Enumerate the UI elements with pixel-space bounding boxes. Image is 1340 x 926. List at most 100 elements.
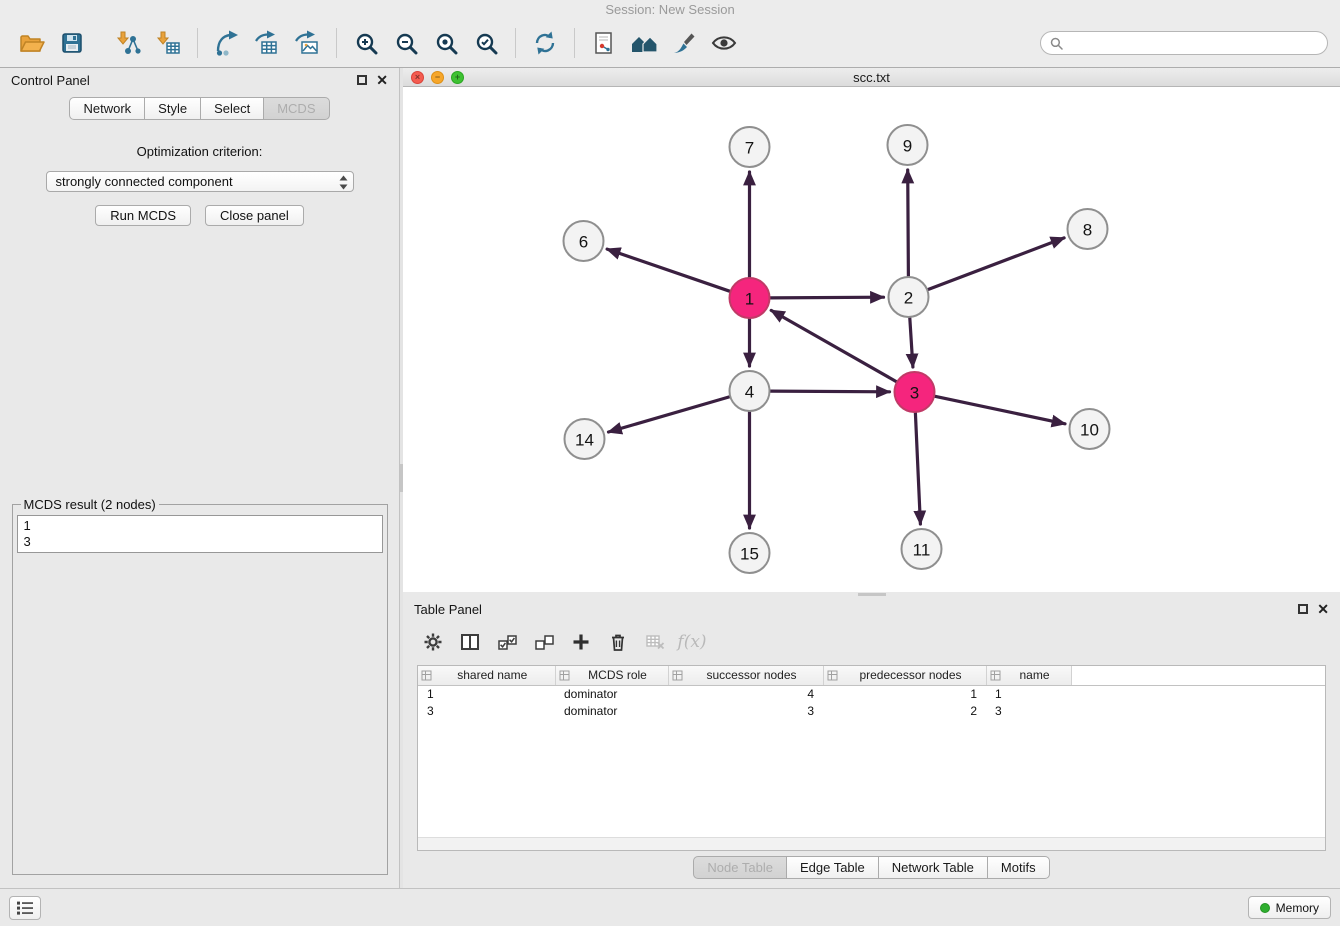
table-cell[interactable]: 1: [418, 685, 555, 702]
mcds-panel-content: Optimization criterion: strongly connect…: [0, 120, 399, 888]
refresh-button[interactable]: [528, 25, 562, 61]
run-mcds-button[interactable]: Run MCDS: [95, 205, 191, 226]
first-neighbors-button[interactable]: [587, 25, 621, 61]
table-splitter[interactable]: [403, 592, 1340, 597]
table-panel-header: Table Panel ✕: [403, 597, 1340, 621]
show-graphics-button[interactable]: [707, 25, 741, 61]
graph-node-11[interactable]: 11: [902, 529, 942, 569]
window-minimize-button[interactable]: −: [431, 71, 444, 84]
import-network-button[interactable]: [111, 25, 145, 61]
graph-node-9[interactable]: 9: [888, 125, 928, 165]
close-panel-button[interactable]: Close panel: [205, 205, 304, 226]
graph-edge-4-3[interactable]: [771, 391, 890, 392]
criterion-dropdown[interactable]: strongly connected component: [46, 171, 354, 192]
export-table-button[interactable]: [250, 25, 284, 61]
table-mode-button[interactable]: [419, 628, 447, 656]
svg-text:7: 7: [745, 139, 754, 158]
mcds-result-title: MCDS result (2 nodes): [21, 497, 159, 512]
close-table-panel-icon[interactable]: ✕: [1317, 604, 1329, 614]
table-cell[interactable]: 1: [823, 685, 986, 702]
graph-edge-3-1[interactable]: [771, 310, 896, 381]
tab-motifs[interactable]: Motifs: [987, 856, 1050, 879]
toolbar-separator: [197, 28, 198, 58]
graph-edge-1-6[interactable]: [607, 249, 730, 291]
graph-node-8[interactable]: 8: [1068, 209, 1108, 249]
table-cell[interactable]: 4: [668, 685, 823, 702]
zoom-fit-button[interactable]: [429, 25, 463, 61]
graph-edge-2-9[interactable]: [908, 170, 909, 276]
graph-edge-3-11[interactable]: [915, 413, 920, 524]
column-header-shared-name[interactable]: shared name: [418, 666, 555, 685]
new-column-button[interactable]: [567, 628, 595, 656]
graph-node-2[interactable]: 2: [889, 277, 929, 317]
column-header-predecessor-nodes[interactable]: predecessor nodes: [823, 666, 986, 685]
table-cell[interactable]: 3: [986, 702, 1071, 719]
graph-node-14[interactable]: 14: [565, 419, 605, 459]
float-table-panel-icon[interactable]: [1298, 604, 1308, 614]
network-canvas[interactable]: 7 9 6 8 1 2 4 3 14 10 15 11: [403, 87, 1340, 592]
graph-node-4[interactable]: 4: [730, 371, 770, 411]
table-cell[interactable]: 2: [823, 702, 986, 719]
graph-edge-1-2[interactable]: [771, 297, 884, 298]
tab-mcds[interactable]: MCDS: [263, 97, 329, 120]
float-panel-icon[interactable]: [357, 75, 367, 85]
deselect-all-button[interactable]: [530, 628, 558, 656]
column-header-successor-nodes[interactable]: successor nodes: [668, 666, 823, 685]
window-close-button[interactable]: ×: [411, 71, 424, 84]
mcds-result-item[interactable]: 3: [24, 534, 376, 550]
graph-node-1[interactable]: 1: [730, 278, 770, 318]
graph-node-7[interactable]: 7: [730, 127, 770, 167]
svg-text:10: 10: [1080, 421, 1099, 440]
table-cell[interactable]: 3: [418, 702, 555, 719]
table-row[interactable]: 1dominator411: [418, 685, 1325, 702]
import-table-button[interactable]: [151, 25, 185, 61]
table-row[interactable]: 3dominator323: [418, 702, 1325, 719]
panel-selector-button[interactable]: [9, 896, 41, 920]
export-image-button[interactable]: [290, 25, 324, 61]
column-header-name[interactable]: name: [986, 666, 1071, 685]
table-cell[interactable]: 1: [986, 685, 1071, 702]
tab-network[interactable]: Network: [69, 97, 145, 120]
select-all-button[interactable]: [493, 628, 521, 656]
open-session-button[interactable]: [15, 25, 49, 61]
memory-button[interactable]: Memory: [1248, 896, 1331, 919]
graph-edge-2-3[interactable]: [910, 318, 913, 367]
graph-node-6[interactable]: 6: [564, 221, 604, 261]
graph-edge-4-14[interactable]: [609, 397, 730, 432]
graph-edge-2-8[interactable]: [928, 238, 1064, 290]
show-columns-button[interactable]: [456, 628, 484, 656]
tab-network-table[interactable]: Network Table: [878, 856, 988, 879]
tab-style[interactable]: Style: [144, 97, 201, 120]
window-zoom-button[interactable]: +: [451, 71, 464, 84]
search-field[interactable]: [1040, 31, 1328, 55]
table-header-row: shared nameMCDS rolesuccessor nodesprede…: [418, 666, 1325, 685]
function-builder-button[interactable]: f(x): [678, 628, 706, 656]
search-input[interactable]: [1068, 36, 1318, 51]
graph-edge-3-10[interactable]: [935, 396, 1065, 424]
tab-edge-table[interactable]: Edge Table: [786, 856, 879, 879]
delete-table-button[interactable]: [641, 628, 669, 656]
export-network-button[interactable]: [210, 25, 244, 61]
zoom-in-button[interactable]: [349, 25, 383, 61]
zoom-selected-button[interactable]: [469, 25, 503, 61]
mcds-result-item[interactable]: 1: [24, 518, 376, 534]
network-graph[interactable]: 7 9 6 8 1 2 4 3 14 10 15 11: [403, 87, 1340, 592]
style-brush-button[interactable]: [667, 25, 701, 61]
table-cell[interactable]: dominator: [555, 702, 668, 719]
horizontal-scrollbar[interactable]: [418, 837, 1325, 850]
svg-text:1: 1: [745, 290, 754, 309]
graph-node-10[interactable]: 10: [1070, 409, 1110, 449]
column-header-mcds-role[interactable]: MCDS role: [555, 666, 668, 685]
save-session-button[interactable]: [55, 25, 89, 61]
tab-node-table[interactable]: Node Table: [693, 856, 787, 879]
home-button[interactable]: [627, 25, 661, 61]
delete-column-button[interactable]: [604, 628, 632, 656]
graph-node-3[interactable]: 3: [895, 372, 935, 412]
table-cell[interactable]: dominator: [555, 685, 668, 702]
table-cell[interactable]: 3: [668, 702, 823, 719]
zoom-out-button[interactable]: [389, 25, 423, 61]
graph-node-15[interactable]: 15: [730, 533, 770, 573]
close-panel-icon[interactable]: ✕: [376, 75, 388, 85]
mcds-result-list[interactable]: 13: [17, 515, 383, 553]
tab-select[interactable]: Select: [200, 97, 264, 120]
